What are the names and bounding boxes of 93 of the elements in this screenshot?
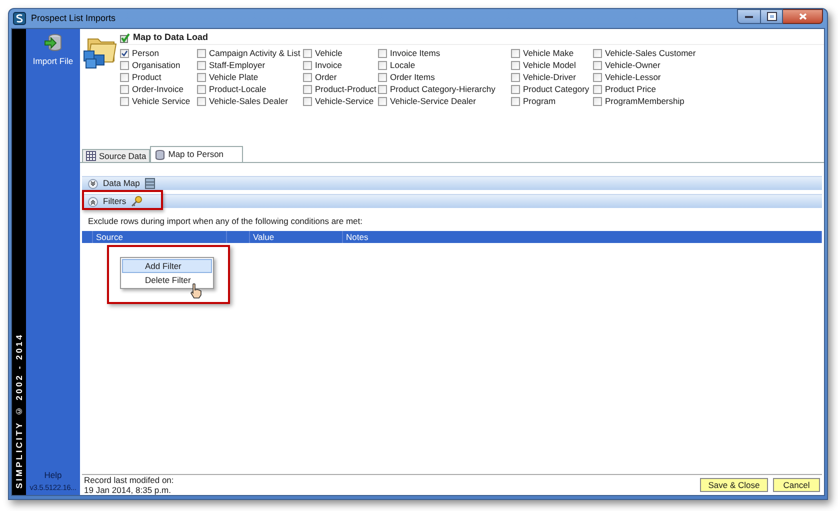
checkbox[interactable]: [593, 60, 602, 70]
menu-item[interactable]: Add Filter: [122, 258, 212, 273]
checkbox-label: Vehicle Make: [523, 46, 574, 60]
checkbox[interactable]: [593, 84, 602, 94]
database-icon: [144, 178, 155, 189]
checkbox-label: Vehicle-Sales Dealer: [209, 94, 288, 108]
panel-header[interactable]: Data Map: [82, 176, 822, 190]
checkbox-label: Person: [132, 46, 159, 60]
checkbox-label: Order: [315, 70, 337, 84]
checkbox[interactable]: [511, 84, 520, 94]
checkbox-label: Order-Invoice: [132, 82, 184, 96]
checkbox-label: Campaign Activity & List: [209, 46, 300, 60]
checkbox[interactable]: [197, 72, 206, 82]
checkbox[interactable]: [511, 48, 520, 58]
tab[interactable]: Map to Person: [150, 146, 243, 162]
hand-cursor-icon: [190, 282, 202, 299]
checkbox[interactable]: [378, 72, 387, 82]
checkbox[interactable]: [511, 60, 520, 70]
checkbox-label: Vehicle-Owner: [605, 58, 660, 72]
checkbox-label: Program: [523, 94, 556, 108]
column-header[interactable]: Notes: [343, 230, 822, 243]
checkbox[interactable]: [593, 48, 602, 58]
checkbox-label: Product-Locale: [209, 82, 266, 96]
status-date: 19 Jan 2014, 8:35 p.m.: [84, 485, 172, 495]
checkbox[interactable]: [197, 48, 206, 58]
column-header[interactable]: Source: [93, 230, 227, 243]
checkbox-label: Product: [132, 70, 162, 84]
checkbox-label: Vehicle: [315, 46, 342, 60]
checkbox-label: Vehicle-Driver: [523, 70, 576, 84]
checkbox[interactable]: [303, 48, 312, 58]
checkbox-label: Order Items: [390, 70, 435, 84]
checkbox-label: Invoice: [315, 58, 342, 72]
filter-hint: Exclude rows during import when any of the following conditions are met:: [87, 215, 364, 228]
table-icon: [86, 151, 96, 161]
column-header[interactable]: Value: [250, 230, 343, 243]
checkbox[interactable]: [303, 60, 312, 70]
checkbox-label: Product Price: [605, 82, 656, 96]
dialog-button[interactable]: Cancel: [773, 478, 820, 492]
checkbox[interactable]: [378, 60, 387, 70]
checkbox[interactable]: [197, 60, 206, 70]
checkbox[interactable]: [197, 96, 206, 106]
checkbox-label: Vehicle Service: [132, 94, 190, 108]
menu-item[interactable]: Delete Filter: [122, 272, 212, 287]
app-icon: [13, 12, 26, 25]
checkbox-label: Locale: [390, 58, 416, 72]
checkbox-label: Product Category-Hierarchy: [390, 82, 496, 96]
checkbox[interactable]: [303, 72, 312, 82]
section-title: Map to Data Load: [133, 31, 208, 44]
minimize-button[interactable]: [737, 9, 761, 24]
database-arrow-icon: [43, 33, 63, 53]
checkbox[interactable]: [197, 84, 206, 94]
copyright: SIMPLICITY © 2002 - 2014: [12, 333, 25, 489]
close-icon: [798, 13, 806, 20]
tab[interactable]: Source Data: [82, 149, 150, 162]
checkbox[interactable]: [120, 60, 129, 70]
checkbox[interactable]: [303, 96, 312, 106]
close-button[interactable]: [783, 9, 823, 24]
checkbox[interactable]: [593, 72, 602, 82]
checkbox[interactable]: [378, 96, 387, 106]
maximize-button[interactable]: [761, 9, 783, 24]
database-icon: [155, 150, 166, 160]
collapse-icon[interactable]: [88, 196, 98, 206]
checkbox-label: Vehicle-Sales Customer: [605, 46, 696, 60]
checkbox-label: Vehicle-Service: [315, 94, 374, 108]
checkbox[interactable]: [511, 96, 520, 106]
dialog-button[interactable]: Save & Close: [700, 478, 768, 492]
checkbox-label: Invoice Items: [390, 46, 440, 60]
checkbox-label: Vehicle-Lessor: [605, 70, 661, 84]
import-file-button[interactable]: Import File: [32, 33, 74, 68]
status-label: Record last modifed on:: [84, 475, 174, 485]
checkbox[interactable]: [120, 48, 129, 58]
checkbox[interactable]: [378, 84, 387, 94]
checkbox-label: Vehicle Model: [523, 58, 576, 72]
checkbox[interactable]: [120, 72, 129, 82]
checkbox-label: Organisation: [132, 58, 180, 72]
checkbox-label: Vehicle Plate: [209, 70, 258, 84]
checkbox[interactable]: [593, 96, 602, 106]
window-title: Prospect List Imports: [31, 12, 116, 25]
checkbox-label: Product Category: [523, 82, 590, 96]
checkbox[interactable]: [303, 84, 312, 94]
checkbox[interactable]: [120, 96, 129, 106]
checkbox[interactable]: [378, 48, 387, 58]
checkbox[interactable]: [120, 84, 129, 94]
checkbox-label: ProgramMembership: [605, 94, 684, 108]
checkbox-label: Product-Product: [315, 82, 376, 96]
key-icon: [131, 196, 142, 207]
check-icon: [121, 50, 128, 56]
checkbox[interactable]: [511, 72, 520, 82]
expand-icon[interactable]: [88, 178, 98, 188]
checkmark-icon: [120, 33, 130, 43]
checkbox-label: Staff-Employer: [209, 58, 266, 72]
checkbox-label: Vehicle-Service Dealer: [390, 94, 476, 108]
panel-header[interactable]: Filters: [82, 194, 822, 208]
